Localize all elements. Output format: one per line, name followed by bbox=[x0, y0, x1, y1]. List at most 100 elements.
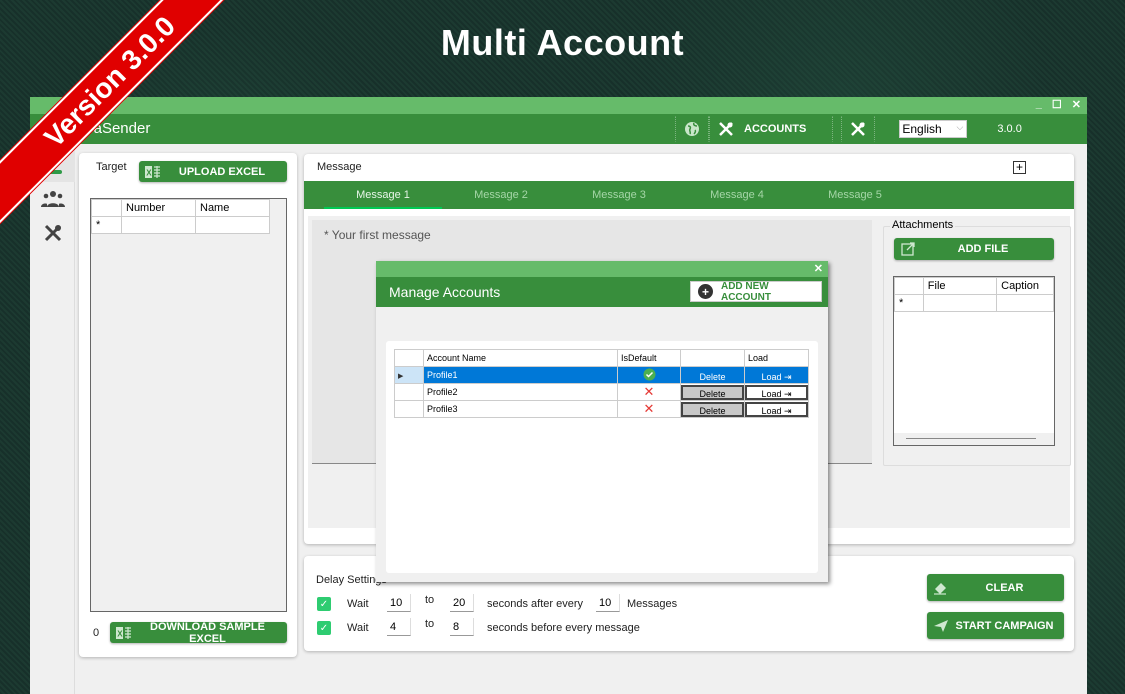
grid-header-row: Account Name IsDefault Load bbox=[394, 349, 809, 367]
new-row[interactable]: * bbox=[894, 294, 1054, 312]
column-header-name[interactable]: Name bbox=[195, 199, 270, 217]
number-cell[interactable] bbox=[121, 216, 196, 234]
delay-before-from-input[interactable]: 4 bbox=[387, 618, 411, 636]
tools-icon bbox=[719, 122, 733, 136]
delete-account-button[interactable]: Delete bbox=[681, 401, 744, 417]
caption-cell[interactable] bbox=[996, 294, 1054, 312]
delete-cell: Delete bbox=[680, 383, 745, 401]
minimize-button[interactable]: _ bbox=[1036, 98, 1042, 111]
row-selector[interactable]: ▶ bbox=[394, 366, 424, 384]
check-circle-icon bbox=[643, 368, 655, 380]
delay-after-from-input[interactable]: 10 bbox=[387, 594, 411, 612]
start-campaign-button[interactable]: START CAMPAIGN bbox=[927, 612, 1064, 639]
message-tabs: Message 1 Message 2 Message 3 Message 4 … bbox=[304, 181, 1074, 209]
load-cell: Load ⇥ bbox=[744, 383, 809, 401]
external-link-icon bbox=[894, 242, 922, 256]
new-row-marker: * bbox=[894, 294, 924, 312]
accounts-button[interactable]: ACCOUNTS bbox=[709, 116, 834, 142]
delete-account-button[interactable]: Delete bbox=[681, 384, 744, 400]
language-globe-button[interactable] bbox=[675, 116, 709, 142]
dialog-titlebar: ✕ bbox=[376, 261, 828, 277]
sidebar bbox=[30, 144, 75, 694]
account-name-cell[interactable]: Profile3 bbox=[423, 400, 618, 418]
add-file-button[interactable]: ADD FILE bbox=[894, 238, 1054, 260]
sidebar-item-tools[interactable] bbox=[30, 216, 75, 250]
account-row[interactable]: Profile3 ✕ Delete Load ⇥ bbox=[394, 400, 809, 418]
account-row[interactable]: ▶ Profile1 Delete Load ⇥ bbox=[394, 366, 809, 384]
account-name-cell[interactable]: Profile1 bbox=[423, 366, 618, 384]
load-account-button[interactable]: Load ⇥ bbox=[745, 401, 808, 417]
row-selector[interactable] bbox=[394, 400, 424, 418]
tab-message-5[interactable]: Message 5 bbox=[796, 181, 914, 209]
load-label: Load bbox=[761, 388, 782, 399]
grid-header-row: File Caption bbox=[894, 277, 1054, 295]
load-label: Load bbox=[761, 405, 782, 416]
load-cell: Load ⇥ bbox=[744, 400, 809, 418]
messages-count-input[interactable]: 10 bbox=[596, 594, 620, 612]
attachments-grid[interactable]: File Caption * bbox=[893, 276, 1055, 446]
column-header-isdefault[interactable]: IsDefault bbox=[617, 349, 681, 367]
chevron-down-icon: ⌵ bbox=[956, 122, 964, 132]
tab-message-4[interactable]: Message 4 bbox=[678, 181, 796, 209]
delete-account-button[interactable]: Delete bbox=[681, 367, 744, 383]
svg-text:X: X bbox=[146, 168, 152, 177]
name-cell[interactable] bbox=[195, 216, 270, 234]
row-selector[interactable] bbox=[394, 383, 424, 401]
delay-before-checkbox[interactable]: ✓ bbox=[317, 621, 331, 635]
version-label: 3.0.0 bbox=[997, 123, 1022, 135]
download-sample-excel-button[interactable]: X DOWNLOAD SAMPLE EXCEL bbox=[110, 621, 287, 645]
delay-after-checkbox[interactable]: ✓ bbox=[317, 597, 331, 611]
column-header-file[interactable]: File bbox=[922, 277, 998, 295]
isdefault-cell: ✕ bbox=[617, 400, 681, 418]
isdefault-cell bbox=[617, 366, 681, 384]
account-name-cell[interactable]: Profile2 bbox=[423, 383, 618, 401]
attachments-label: Attachments bbox=[890, 219, 956, 231]
eraser-icon bbox=[927, 581, 955, 595]
scrollbar-thumb[interactable] bbox=[906, 438, 1036, 439]
attachments-group: Attachments ADD FILE File Caption * bbox=[883, 219, 1071, 466]
accounts-grid[interactable]: Account Name IsDefault Load ▶ Profile1 D… bbox=[394, 349, 809, 418]
column-header-account-name[interactable]: Account Name bbox=[423, 349, 618, 367]
sign-in-icon: ⇥ bbox=[784, 405, 792, 416]
account-row[interactable]: Profile2 ✕ Delete Load ⇥ bbox=[394, 383, 809, 401]
column-header-load[interactable]: Load bbox=[744, 349, 809, 367]
add-new-account-button[interactable]: + ADD NEW ACCOUNT bbox=[690, 281, 822, 303]
delete-cell: Delete bbox=[680, 400, 745, 418]
language-select[interactable]: English ⌵ bbox=[899, 120, 968, 138]
horizontal-scrollbar[interactable] bbox=[894, 433, 1054, 445]
tools-icon bbox=[44, 224, 61, 242]
load-cell: Load ⇥ bbox=[744, 366, 809, 384]
accounts-grid-container: Account Name IsDefault Load ▶ Profile1 D… bbox=[386, 341, 818, 573]
start-campaign-label: START CAMPAIGN bbox=[955, 619, 1054, 632]
svg-text:X: X bbox=[117, 629, 123, 638]
seconds-after-label: seconds after every bbox=[487, 598, 583, 610]
plus-square-icon[interactable]: + bbox=[1013, 161, 1026, 174]
upload-excel-button[interactable]: X UPLOAD EXCEL bbox=[139, 161, 287, 182]
message-placeholder: * Your first message bbox=[324, 228, 431, 242]
tab-message-1[interactable]: Message 1 bbox=[324, 181, 442, 209]
load-account-button[interactable]: Load ⇥ bbox=[745, 384, 808, 400]
maximize-button[interactable]: ☐ bbox=[1052, 98, 1062, 111]
target-panel: Target X UPLOAD EXCEL Number Name * 0 X … bbox=[79, 153, 297, 657]
add-file-label: ADD FILE bbox=[957, 243, 1009, 255]
column-header-number[interactable]: Number bbox=[121, 199, 196, 217]
delay-before-to-input[interactable]: 8 bbox=[450, 618, 474, 636]
file-cell[interactable] bbox=[922, 294, 998, 312]
dialog-title: Manage Accounts bbox=[389, 284, 501, 300]
wait-label: Wait bbox=[347, 622, 369, 634]
tab-message-2[interactable]: Message 2 bbox=[442, 181, 560, 209]
new-row[interactable]: * bbox=[91, 216, 270, 234]
x-mark-icon: ✕ bbox=[643, 401, 655, 416]
column-header-caption[interactable]: Caption bbox=[996, 277, 1054, 295]
close-button[interactable]: ✕ bbox=[1072, 98, 1081, 111]
delay-after-to-input[interactable]: 20 bbox=[450, 594, 474, 612]
target-grid[interactable]: Number Name * bbox=[90, 198, 287, 612]
sidebar-item-contacts[interactable] bbox=[30, 182, 75, 216]
target-label: Target bbox=[96, 161, 127, 173]
dialog-close-button[interactable]: ✕ bbox=[814, 262, 823, 275]
settings-tools-button[interactable] bbox=[841, 116, 876, 142]
clear-button[interactable]: CLEAR bbox=[927, 574, 1064, 601]
tab-message-3[interactable]: Message 3 bbox=[560, 181, 678, 209]
column-header-delete bbox=[680, 349, 745, 367]
load-account-button[interactable]: Load ⇥ bbox=[745, 367, 808, 383]
